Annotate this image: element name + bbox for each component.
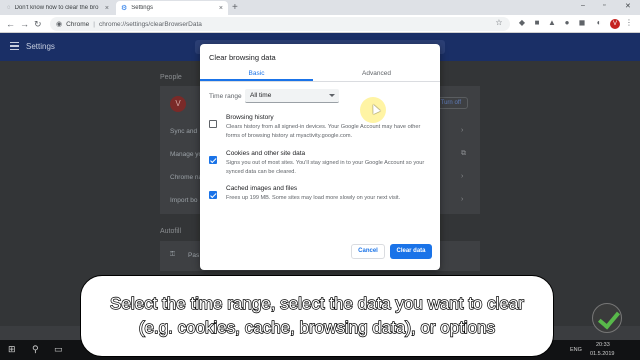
option-description: Signs you out of most sites. You'll stay… bbox=[226, 160, 425, 175]
option-description: Clears history from all signed-in device… bbox=[226, 124, 421, 139]
time-range-label: Time range bbox=[209, 93, 242, 100]
tab-strip: ◌ Don't know how to clear the bro × ⚙ Se… bbox=[0, 0, 640, 15]
new-tab-button[interactable]: + bbox=[232, 2, 238, 13]
dialog-tabs: Basic Advanced bbox=[200, 66, 440, 82]
key-icon: ⚿ bbox=[170, 251, 175, 258]
browser-toolbar: ← → ↻ ◉ Chrome | chrome://settings/clear… bbox=[0, 15, 640, 33]
extension-icon[interactable]: ▲ bbox=[547, 18, 557, 28]
clock-date: 01.5.2019 bbox=[590, 351, 615, 357]
language-indicator[interactable]: ENG bbox=[570, 347, 582, 353]
row-chrome-name[interactable]: Chrome na bbox=[170, 174, 202, 181]
clear-data-button[interactable]: Clear data bbox=[390, 244, 432, 259]
dialog-title: Clear browsing data bbox=[209, 53, 276, 62]
forward-button[interactable]: → bbox=[20, 18, 29, 30]
row-import[interactable]: Import bo bbox=[170, 197, 197, 204]
option-title: Browsing history bbox=[226, 114, 274, 121]
option-title: Cached images and files bbox=[226, 185, 298, 192]
cancel-button[interactable]: Cancel bbox=[351, 244, 385, 259]
maximize-button[interactable]: ▫ bbox=[603, 2, 605, 9]
tab-settings[interactable]: ⚙ Settings × bbox=[116, 1, 228, 15]
option-title: Cookies and other site data bbox=[226, 150, 306, 157]
cookies-checkbox[interactable] bbox=[209, 156, 217, 164]
more-menu-icon[interactable]: ⋮ bbox=[624, 18, 634, 28]
omnibox-url: chrome://settings/clearBrowserData bbox=[98, 20, 202, 28]
windows-start-icon[interactable]: ⊞ bbox=[8, 344, 16, 355]
section-people: People bbox=[160, 74, 182, 81]
avatar: V bbox=[170, 96, 186, 112]
tab-inactive[interactable]: ◌ Don't know how to clear the bro × bbox=[2, 1, 114, 15]
page-title: Settings bbox=[26, 42, 55, 51]
active-tab-indicator bbox=[200, 79, 313, 81]
extension-icon[interactable]: ● bbox=[562, 18, 572, 28]
caption-line-1: Select the time range, select the data y… bbox=[109, 293, 524, 313]
cached-images-checkbox[interactable] bbox=[209, 191, 217, 199]
omnibox-chrome-label: Chrome bbox=[66, 20, 90, 28]
extension-icon[interactable]: ■ bbox=[532, 18, 542, 28]
row-sync[interactable]: Sync and bbox=[170, 128, 197, 135]
tab-favicon-icon: ◌ bbox=[7, 5, 11, 11]
external-link-icon: ⧉ bbox=[461, 150, 466, 157]
browsing-history-checkbox[interactable] bbox=[209, 120, 217, 128]
chevron-right-icon: › bbox=[461, 196, 464, 203]
time-range-select[interactable]: All time bbox=[245, 89, 339, 103]
extension-icon[interactable]: ◐ bbox=[594, 18, 604, 28]
tutorial-caption: Select the time range, select the data y… bbox=[80, 275, 554, 357]
section-autofill: Autofill bbox=[160, 228, 182, 235]
clock-time: 20:33 bbox=[596, 342, 610, 348]
caption-line-2: (e.g. cookies, cache, browsing data), or… bbox=[138, 317, 496, 337]
extension-icon[interactable]: ◼ bbox=[577, 18, 587, 28]
search-icon[interactable]: ⚲ bbox=[32, 344, 39, 355]
hamburger-menu-icon[interactable] bbox=[10, 42, 19, 50]
extension-icon[interactable]: ◆ bbox=[517, 18, 527, 28]
tab-basic[interactable]: Basic bbox=[200, 70, 313, 77]
tab-title: Settings bbox=[131, 5, 153, 11]
omnibox-separator: | bbox=[93, 20, 95, 28]
back-button[interactable]: ← bbox=[6, 18, 15, 30]
row-passwords[interactable]: Pas bbox=[188, 252, 199, 259]
minimize-button[interactable]: – bbox=[581, 2, 585, 9]
address-bar[interactable]: ◉ Chrome | chrome://settings/clearBrowse… bbox=[50, 17, 510, 31]
tab-title: Don't know how to clear the bro bbox=[14, 5, 99, 11]
chrome-icon: ◉ bbox=[56, 21, 63, 28]
option-description: Frees up 199 MB. Some sites may load mor… bbox=[226, 195, 401, 201]
chevron-right-icon: › bbox=[461, 127, 464, 134]
bookmark-star-icon[interactable]: ☆ bbox=[494, 18, 504, 28]
task-view-icon[interactable]: ▭ bbox=[54, 344, 63, 355]
time-range-value: All time bbox=[250, 92, 272, 99]
reload-button[interactable]: ↻ bbox=[34, 18, 42, 30]
row-manage[interactable]: Manage yo bbox=[170, 151, 202, 158]
chevron-down-icon bbox=[329, 94, 335, 97]
clear-browsing-data-dialog: Clear browsing data Basic Advanced Time … bbox=[200, 44, 440, 270]
tab-close-icon[interactable]: × bbox=[219, 5, 223, 12]
tab-advanced[interactable]: Advanced bbox=[320, 70, 433, 77]
gear-icon: ⚙ bbox=[121, 5, 128, 12]
tab-close-icon[interactable]: × bbox=[105, 5, 109, 12]
chevron-right-icon: › bbox=[461, 173, 464, 180]
close-window-button[interactable]: ✕ bbox=[625, 2, 631, 10]
checkmark-logo-icon bbox=[592, 303, 622, 333]
profile-avatar[interactable]: V bbox=[610, 19, 620, 29]
